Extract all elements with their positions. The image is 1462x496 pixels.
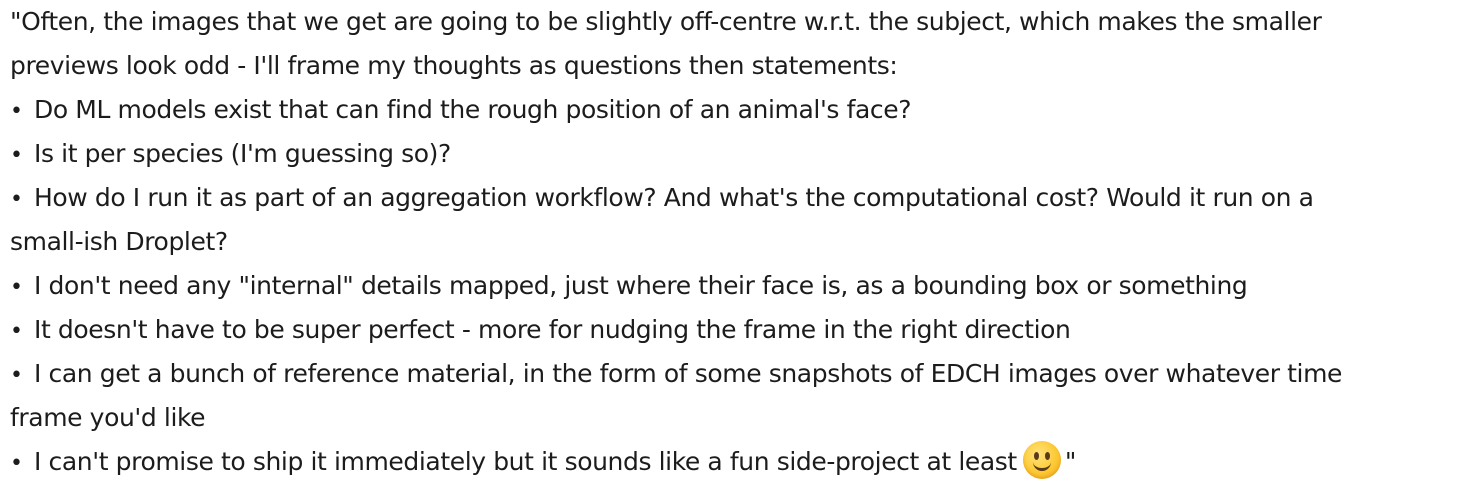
closing-quote: " [1064,447,1077,476]
bullet-text: I can get a bunch of reference material,… [34,359,1343,388]
slightly-smiling-face-icon [1022,441,1061,479]
bullet-marker: • [10,319,23,344]
bullet-item-7: • I can't promise to ship it immediately … [10,440,1450,484]
bullet-text: How do I run it as part of an aggregatio… [34,183,1314,212]
bullet-text: I don't need any "internal" details mapp… [34,271,1248,300]
bullet-text: Is it per species (I'm guessing so)? [34,139,451,168]
bullet-item-3: • How do I run it as part of an aggregati… [10,176,1450,220]
bullet-marker: • [10,275,23,300]
bullet-marker: • [10,451,23,476]
bullet-text: I can't promise to ship it immediately b… [34,447,1017,476]
bullet-marker: • [10,363,23,388]
bullet-item-4: • I don't need any "internal" details map… [10,264,1450,308]
bullet-item-6: • I can get a bunch of reference material… [10,352,1450,396]
message-intro-line-1: "Often, the images that we get are going… [10,7,1322,36]
bullet-item-2: • Is it per species (I'm guessing so)? [10,132,1450,176]
message-intro-line-2: previews look odd - I'll frame my though… [10,51,898,80]
bullet-item-1: • Do ML models exist that can find the ro… [10,88,1450,132]
bullet-text: It doesn't have to be super perfect - mo… [34,315,1071,344]
bullet-marker: • [10,143,23,168]
bullet-marker: • [10,99,23,124]
message-body: "Often, the images that we get are going… [10,0,1450,484]
bullet-item-3-continuation: small-ish Droplet? [10,227,228,256]
bullet-item-5: • It doesn't have to be super perfect - m… [10,308,1450,352]
bullet-item-6-continuation: frame you'd like [10,403,206,432]
bullet-text: Do ML models exist that can find the rou… [34,95,912,124]
bullet-marker: • [10,187,23,212]
